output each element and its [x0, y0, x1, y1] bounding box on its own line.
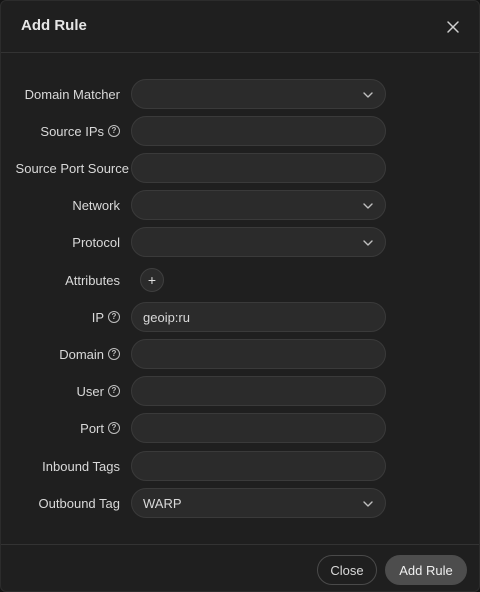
inbound-tags-select[interactable] — [131, 451, 386, 481]
inbound-tags-label: Inbound Tags — [42, 458, 120, 474]
domain-row: Domain ? — [1, 339, 479, 369]
add-attribute-button[interactable]: + — [140, 268, 164, 292]
add-rule-button[interactable]: Add Rule — [385, 555, 467, 585]
outbound-tag-value: WARP — [143, 495, 182, 511]
chevron-down-icon — [363, 92, 373, 98]
source-port-label: Source Port Source — [15, 160, 129, 176]
inbound-tags-row: Inbound Tags — [1, 451, 479, 481]
chevron-down-icon — [363, 501, 373, 507]
ip-input[interactable] — [131, 302, 386, 332]
plus-icon: + — [147, 272, 157, 288]
dialog-title: Add Rule — [21, 17, 87, 34]
outbound-tag-label: Outbound Tag — [38, 495, 120, 511]
domain-matcher-row: Domain Matcher — [1, 79, 479, 109]
port-label: Port ? — [80, 413, 120, 443]
port-input[interactable] — [131, 413, 386, 443]
ip-row: IP ? — [1, 302, 479, 332]
chevron-down-icon — [363, 240, 373, 246]
attributes-row: Attributes + — [1, 265, 479, 295]
protocol-select[interactable] — [131, 227, 386, 257]
chevron-down-icon — [363, 203, 373, 209]
source-ips-input[interactable] — [131, 116, 386, 146]
protocol-row: Protocol — [1, 227, 479, 257]
user-input[interactable] — [131, 376, 386, 406]
domain-matcher-select[interactable] — [131, 79, 386, 109]
question-circle-icon[interactable]: ? — [108, 125, 120, 137]
question-circle-icon[interactable]: ? — [108, 385, 120, 397]
source-port-input[interactable] — [131, 153, 386, 183]
dialog-footer: Close Add Rule — [1, 544, 479, 591]
user-row: User ? — [1, 376, 479, 406]
question-circle-icon[interactable]: ? — [108, 422, 120, 434]
close-button[interactable]: Close — [317, 555, 377, 585]
dialog-header: Add Rule — [1, 1, 479, 53]
close-icon[interactable] — [441, 15, 465, 39]
domain-input[interactable] — [131, 339, 386, 369]
network-label: Network — [72, 197, 120, 213]
port-row: Port ? — [1, 413, 479, 443]
network-select[interactable] — [131, 190, 386, 220]
user-label: User ? — [77, 376, 120, 406]
source-port-row: Source Port Source — [1, 153, 479, 183]
network-row: Network — [1, 190, 479, 220]
domain-label: Domain ? — [59, 339, 120, 369]
source-ips-row: Source IPs ? — [1, 116, 479, 146]
question-circle-icon[interactable]: ? — [108, 311, 120, 323]
source-ips-label: Source IPs ? — [40, 116, 120, 146]
add-rule-dialog: Add Rule Domain Matcher Source IPs ? Sou… — [0, 0, 480, 592]
protocol-label: Protocol — [72, 234, 120, 250]
attributes-label: Attributes — [65, 272, 120, 288]
question-circle-icon[interactable]: ? — [108, 348, 120, 360]
domain-matcher-label: Domain Matcher — [24, 86, 120, 102]
outbound-tag-select[interactable]: WARP — [131, 488, 386, 518]
ip-label: IP ? — [92, 302, 120, 332]
outbound-tag-row: Outbound Tag WARP — [1, 488, 479, 518]
